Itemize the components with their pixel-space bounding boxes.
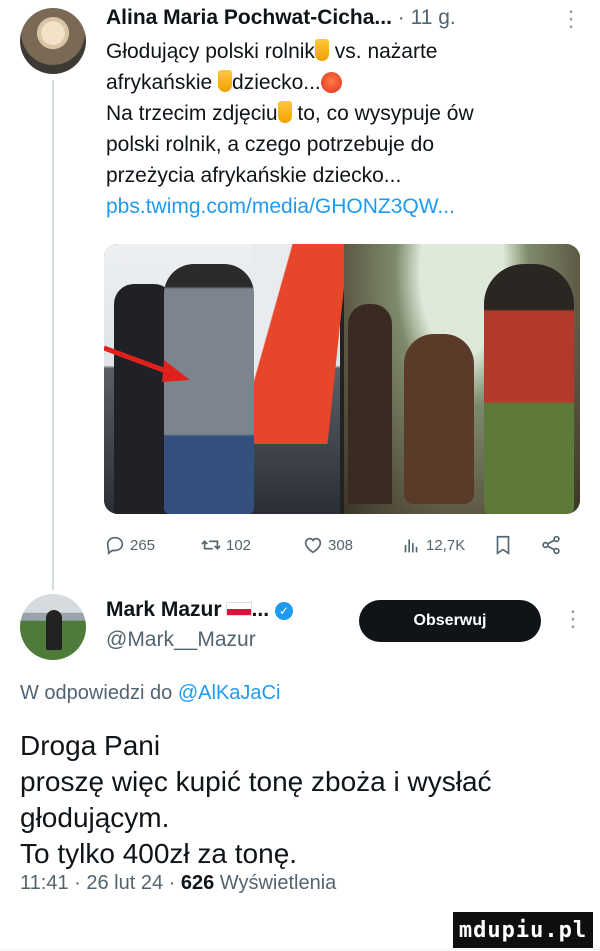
text-line: vs. nażarte: [328, 40, 438, 63]
author-name[interactable]: Mark Mazur: [106, 598, 222, 621]
pointing-down-emoji-icon: [314, 39, 329, 61]
tweet-header: Mark Mazur... ✓: [106, 598, 294, 622]
avatar[interactable]: [20, 594, 86, 660]
views-label: Wyświetlenia: [214, 872, 337, 894]
text-line: dziecko...: [232, 71, 321, 94]
bookmark-icon: [496, 535, 510, 555]
tweet-header: Alina Maria Pochwat-Cicha... · 11 g.: [106, 6, 456, 30]
verified-badge-icon: ✓: [275, 602, 294, 620]
text-line: afrykańskie: [106, 71, 219, 94]
author-handle[interactable]: @Mark__Mazur: [106, 628, 256, 652]
photo-starving-children[interactable]: [344, 244, 580, 514]
follow-button[interactable]: Obserwuj: [359, 600, 541, 642]
like-button[interactable]: 308: [302, 531, 353, 559]
like-count: 308: [328, 536, 354, 554]
photo-man: [164, 264, 254, 514]
media-grid[interactable]: [104, 244, 580, 514]
heart-icon: [304, 537, 322, 554]
media-link[interactable]: pbs.twimg.com/media/GHONZ3QW...: [106, 191, 576, 222]
text-line: Głodujący polski rolnik: [106, 40, 315, 63]
photo-farmer-at-protest[interactable]: [104, 244, 349, 514]
text-line: przeżycia afrykańskie dziecko...: [106, 164, 402, 187]
reply-icon: [106, 536, 124, 555]
pointing-down-emoji-icon: [218, 70, 233, 92]
text-line: To tylko 400zł za tonę.: [20, 838, 298, 869]
photo-boy: [348, 304, 392, 504]
analytics-icon: [404, 539, 418, 553]
photo-woman: [484, 264, 574, 514]
avatar-figure: [46, 610, 62, 650]
bookmark-button[interactable]: [492, 531, 514, 559]
reply-button[interactable]: 265: [104, 531, 155, 559]
more-options-icon[interactable]: ⋮: [560, 6, 582, 32]
tweet-text: Droga Pani proszę więc kupić tonę zboża …: [20, 728, 580, 872]
angry-face-emoji-icon: [320, 72, 342, 93]
views-count: 12,7K: [426, 536, 466, 554]
tweet-timestamp[interactable]: 11:41 · 26 lut 24 ·: [20, 872, 181, 894]
retweet-button[interactable]: 102: [200, 531, 251, 559]
thread-line: [52, 80, 54, 590]
reply-context: W odpowiedzi do @AlKaJaCi: [20, 682, 280, 705]
retweet-count: 102: [226, 536, 252, 554]
avatar[interactable]: [20, 8, 86, 74]
share-button[interactable]: [540, 531, 562, 559]
views-count: 626: [180, 872, 215, 894]
pointing-down-emoji-icon: [277, 101, 292, 123]
reply-count: 265: [130, 536, 156, 554]
author-name-ellipsis: ...: [251, 598, 270, 621]
text-line: to, co wysypuje ów: [291, 102, 474, 125]
divider: [0, 949, 600, 950]
poland-flag-icon: [225, 602, 252, 616]
more-options-icon[interactable]: ⋮: [562, 606, 584, 632]
text-line: Na trzecim zdjęciu: [106, 102, 278, 125]
text-line: proszę więc kupić tonę zboża i wysłać: [20, 766, 492, 797]
reply-prefix: W odpowiedzi do: [20, 682, 178, 704]
watermark-logo: mdupiu.pl: [453, 912, 593, 948]
red-arrow-icon: [104, 345, 190, 382]
tweet-time[interactable]: · 11 g.: [392, 6, 456, 29]
text-line: Droga Pani: [20, 730, 161, 761]
text-line: polski rolnik, a czego potrzebuje do: [106, 133, 435, 156]
reply-handle-link[interactable]: @AlKaJaCi: [178, 682, 281, 704]
photo-child: [404, 334, 474, 504]
tweet-actions: 265 102 308 12,7K: [104, 531, 580, 561]
retweet-icon: [201, 540, 221, 550]
tweet-text: Głodujący polski rolnik vs. nażarte afry…: [106, 36, 576, 222]
tweet-footer: 11:41 · 26 lut 24 · 626 Wyświetlenia: [20, 872, 336, 895]
text-line: głodującym.: [20, 802, 170, 833]
share-icon: [542, 535, 560, 555]
views-button[interactable]: 12,7K: [400, 531, 465, 559]
author-name[interactable]: Alina Maria Pochwat-Cicha...: [106, 6, 392, 29]
